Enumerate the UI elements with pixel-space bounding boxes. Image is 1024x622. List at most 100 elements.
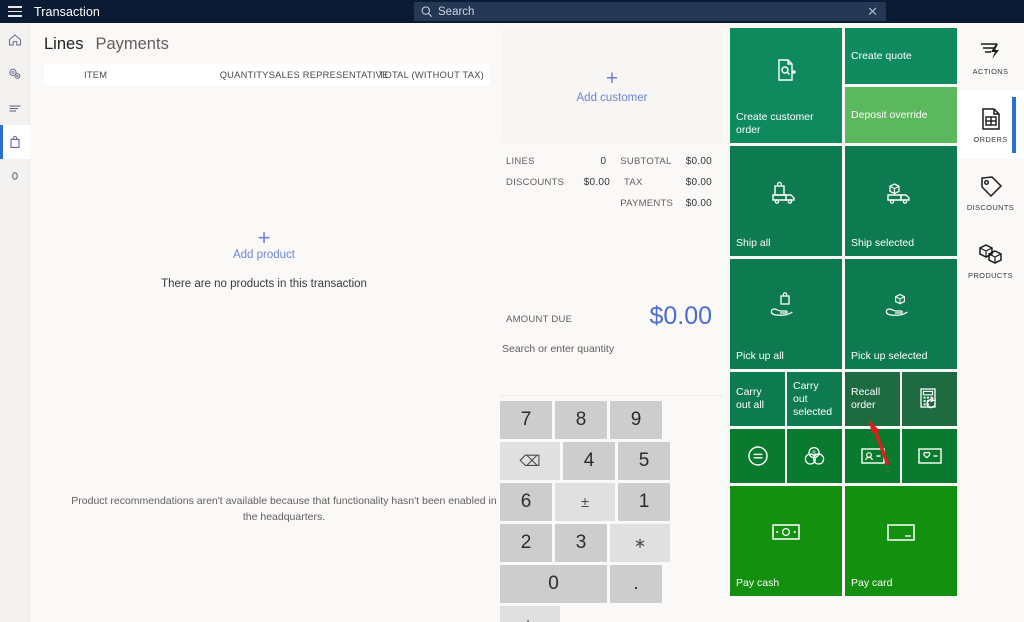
backspace-key[interactable]: ⌫ [500,442,560,480]
transaction-lines-panel: Lines Payments ITEM QUANTITY SALES REPRE… [30,23,498,622]
lines-label: LINES [506,156,535,167]
lines-payments-tabs: Lines Payments [30,23,498,60]
tab-lines[interactable]: Lines [44,35,83,54]
tile-carry-out-selected[interactable]: Carry out selected [787,372,842,426]
rail-item-orders[interactable]: ORDERS [957,91,1024,159]
key-8[interactable]: 8 [555,401,607,439]
tile-pay-cash[interactable]: Pay cash [730,486,842,596]
plus-icon: + [257,225,271,250]
totals-panel: LINES 0 SUBTOTAL $0.00 DISCOUNTS $0.00 T… [502,150,722,335]
amount-due-row: AMOUNT DUE $0.00 [506,304,712,329]
tile-ship-all[interactable]: Ship all [730,146,842,256]
close-icon[interactable]: ✕ [865,5,880,18]
recall-calculator-icon [902,372,957,426]
totals-row: DISCOUNTS $0.00 TAX $0.00 [506,177,712,188]
plus-minus-key[interactable]: ± [555,483,615,521]
key-6[interactable]: 6 [500,483,552,521]
shopping-bag-icon [10,135,20,148]
sidebar-item-home[interactable] [0,23,30,57]
tile-pick-up-all[interactable]: Pick up all [730,259,842,369]
tile-label: Carry out all [736,386,765,411]
coins-icon: $ [787,429,842,483]
key-0[interactable]: 0 [500,565,607,603]
rail-item-discounts[interactable]: DISCOUNTS [957,159,1024,227]
tax-value: $0.00 [685,177,712,188]
column-header-sales-representative: SALES REPRESENTATIVE [268,69,389,80]
orders-document-icon [981,108,1000,130]
add-product-button[interactable]: Add product [30,249,498,261]
credit-card-icon [845,486,957,577]
discounts-label: DISCOUNTS [506,177,565,188]
quantity-hint: Search or enter quantity [502,343,615,355]
sidebar-item-user[interactable] [0,159,30,193]
recommendation-note: Product recommendations aren't available… [71,495,497,523]
gift-card-icon [902,429,957,483]
tab-payments[interactable]: Payments [95,35,168,54]
key-9[interactable]: 9 [610,401,662,439]
key-2[interactable]: 2 [500,524,552,562]
home-icon [9,34,21,46]
tile-ship-selected[interactable]: Ship selected [845,146,957,256]
tile-label: Pay cash [736,577,780,589]
discount-tag-icon [980,176,1002,198]
left-navigation-rail [0,23,30,622]
svg-text:$: $ [812,451,816,457]
abc-key[interactable]: abc [500,606,560,622]
tile-label: Ship all [736,237,771,249]
tile-label: Pick up selected [851,350,928,362]
id-card-icon [845,429,900,483]
tile-label: Pay card [851,577,893,589]
key-3[interactable]: 3 [555,524,607,562]
tile-pick-up-selected[interactable]: Pick up selected [845,259,957,369]
tile-price-override[interactable] [730,429,785,483]
rail-label: PRODUCTS [968,271,1013,280]
pos-application: Transaction Search ✕ Lines Payments ITEM… [0,0,1024,622]
asterisk-key[interactable]: ∗ [610,524,670,562]
lines-icon [9,105,21,112]
sidebar-item-settings[interactable] [0,57,30,91]
totals-row: PAYMENTS $0.00 [506,198,712,209]
tile-recall-order[interactable]: Recall order [845,372,900,426]
hamburger-icon[interactable] [0,0,30,23]
tile-pay-gift-card[interactable] [902,429,957,483]
search-input[interactable]: Search ✕ [414,2,886,21]
add-customer-card[interactable]: + Add customer [502,30,722,143]
numeric-keypad: 7 8 9 ⌫ 4 5 6 ± 1 2 3 ∗ 0 . abc ↵ [500,395,724,622]
tile-carry-out-all[interactable]: Carry out all [730,372,785,426]
tile-create-customer-order[interactable]: Create customer order [730,28,842,143]
payments-label: PAYMENTS [620,198,674,209]
amount-due-label: AMOUNT DUE [506,314,573,325]
key-1[interactable]: 1 [618,483,670,521]
tile-pay-coins[interactable]: $ [787,429,842,483]
key-decimal[interactable]: . [610,565,662,603]
discounts-value: $0.00 [583,177,611,188]
transaction-summary-column: + Add customer LINES 0 SUBTOTAL $0.00 DI… [498,23,726,622]
pickup-hand-box-icon [845,259,957,350]
lines-value: 0 [600,156,607,167]
tile-deposit-override[interactable]: Deposit override [845,87,957,143]
person-icon [12,172,18,180]
page-title: Transaction [34,4,100,19]
pickup-hand-bag-icon [730,259,842,350]
lines-table-header: ITEM QUANTITY SALES REPRESENTATIVE TOTAL… [44,64,490,85]
equals-circle-icon [730,429,785,483]
tile-create-quote[interactable]: Create quote [845,28,957,84]
column-header-quantity: QUANTITY [219,69,269,80]
rail-label: ACTIONS [972,67,1009,76]
tile-label: Pick up all [736,350,784,362]
search-icon [421,5,432,17]
tile-pay-customer-account[interactable] [845,429,900,483]
rail-item-actions[interactable]: ACTIONS [957,23,1024,91]
key-7[interactable]: 7 [500,401,552,439]
key-4[interactable]: 4 [563,442,615,480]
sidebar-item-lines[interactable] [0,91,30,125]
top-header: Transaction Search ✕ [0,0,1024,23]
tile-recall-calculator[interactable] [902,372,957,426]
rail-item-products[interactable]: PRODUCTS [957,227,1024,295]
tile-pay-card[interactable]: Pay card [845,486,957,596]
banknote-icon [730,486,842,577]
key-5[interactable]: 5 [618,442,670,480]
sidebar-item-cart[interactable] [0,125,30,159]
search-placeholder: Search [438,5,475,18]
